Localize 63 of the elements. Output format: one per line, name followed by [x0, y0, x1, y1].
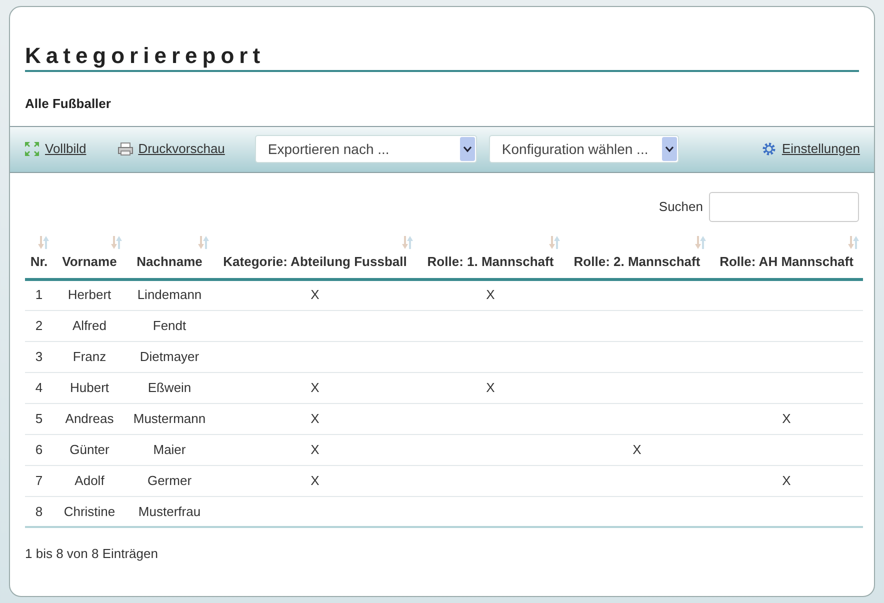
table-cell: X — [564, 434, 710, 465]
chevron-down-icon — [460, 137, 475, 161]
table-cell: Alfred — [53, 310, 126, 341]
export-select[interactable]: Exportieren nach ... — [254, 135, 477, 163]
table-cell: Franz — [53, 341, 126, 372]
table-cell: X — [417, 372, 564, 403]
column-header[interactable]: Nachname — [126, 234, 213, 279]
table-cell: 8 — [25, 496, 53, 527]
sort-icon — [848, 236, 859, 248]
report-subtitle: Alle Fußballer — [25, 95, 112, 113]
expand-icon — [24, 141, 40, 157]
table-cell: 4 — [25, 372, 53, 403]
table-cell: X — [213, 465, 417, 496]
table-cell: 6 — [25, 434, 53, 465]
table-cell: 5 — [25, 403, 53, 434]
column-header[interactable]: Rolle: 2. Mannschaft — [564, 234, 710, 279]
sort-icon — [402, 236, 413, 248]
search-label: Suchen — [658, 198, 703, 216]
table-cell: 7 — [25, 465, 53, 496]
gear-icon — [762, 142, 776, 156]
search-field[interactable] — [709, 192, 859, 222]
table-cell: X — [213, 372, 417, 403]
table-cell: X — [213, 434, 417, 465]
sort-icon — [111, 236, 122, 248]
table-cell: Andreas — [53, 403, 126, 434]
table-cell: Günter — [53, 434, 126, 465]
column-header[interactable]: Kategorie: Abteilung Fussball — [213, 234, 417, 279]
entries-info: 1 bis 8 von 8 Einträgen — [25, 545, 159, 563]
sort-icon — [695, 236, 706, 248]
table-cell: 2 — [25, 310, 53, 341]
report-title: Kategoriereport — [25, 43, 859, 72]
configuration-select[interactable]: Konfiguration wählen ... — [488, 135, 679, 163]
fullscreen-link[interactable]: Vollbild — [45, 139, 86, 159]
table-cell: 1 — [25, 279, 53, 310]
table-cell: 3 — [25, 341, 53, 372]
chevron-down-icon — [662, 137, 677, 161]
table-cell: Mustermann — [126, 403, 213, 434]
sort-icon — [549, 236, 560, 248]
sort-icon — [38, 236, 49, 248]
table-cell: Fendt — [126, 310, 213, 341]
print-preview-link[interactable]: Druckvorschau — [138, 139, 225, 159]
table-cell: Maier — [126, 434, 213, 465]
printer-icon — [118, 142, 134, 156]
table-cell: Germer — [126, 465, 213, 496]
column-header[interactable]: Nr. — [25, 234, 53, 279]
table-cell: Dietmayer — [126, 341, 213, 372]
sort-icon — [198, 236, 209, 248]
table-cell: Hubert — [53, 372, 126, 403]
table-cell: Herbert — [53, 279, 126, 310]
table-cell: X — [213, 403, 417, 434]
table-cell: Lindemann — [126, 279, 213, 310]
table-cell: X — [710, 465, 863, 496]
table-cell: Christine — [53, 496, 126, 527]
column-header[interactable]: Vorname — [53, 234, 126, 279]
table-cell: X — [710, 403, 863, 434]
settings-link[interactable]: Einstellungen — [782, 139, 860, 159]
column-header[interactable]: Rolle: 1. Mannschaft — [417, 234, 564, 279]
table-cell: Musterfrau — [126, 496, 213, 527]
table-cell: Adolf — [53, 465, 126, 496]
table-cell: X — [417, 279, 564, 310]
column-header[interactable]: Rolle: AH Mannschaft — [710, 234, 863, 279]
table-cell: X — [213, 279, 417, 310]
table-cell: Eßwein — [126, 372, 213, 403]
